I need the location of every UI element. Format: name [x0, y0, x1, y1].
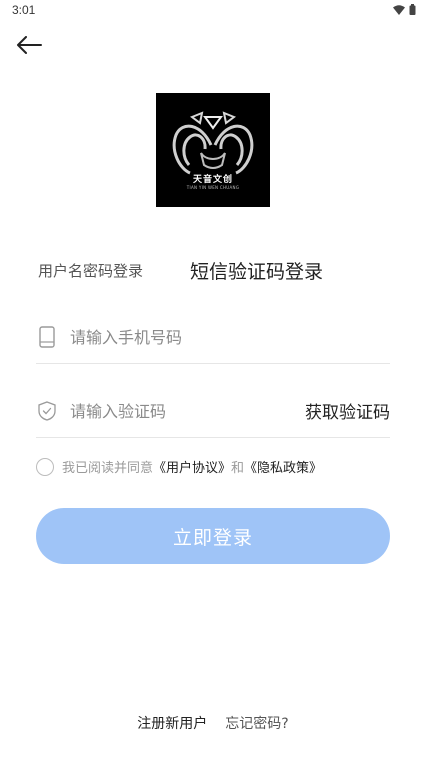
privacy-policy-link[interactable]: 《隐私政策》 — [244, 457, 322, 476]
shield-check-icon — [36, 400, 58, 422]
code-field: 获取验证码 — [36, 384, 390, 438]
tab-sms-login[interactable]: 短信验证码登录 — [190, 257, 323, 284]
login-button[interactable]: 立即登录 — [36, 508, 390, 564]
agreement-prefix: 我已阅读并同意 — [62, 461, 154, 476]
phone-input[interactable] — [70, 324, 380, 350]
back-button[interactable] — [12, 32, 46, 62]
forgot-password-link[interactable]: 忘记密码? — [225, 713, 288, 733]
register-link[interactable]: 注册新用户 — [137, 713, 207, 733]
app-logo: 天音文创 TIAN YIN WEN CHUANG — [156, 93, 270, 207]
user-agreement-link[interactable]: 《用户协议》 — [153, 457, 231, 476]
agreement-checkbox[interactable] — [36, 457, 54, 476]
code-input[interactable] — [70, 398, 270, 424]
logo-title: 天音文创 — [192, 175, 233, 185]
footer-links: 注册新用户 忘记密码? — [0, 713, 426, 733]
get-code-button[interactable]: 获取验证码 — [305, 398, 390, 423]
tab-password-login[interactable]: 用户名密码登录 — [38, 260, 143, 281]
phone-field — [36, 310, 390, 364]
agreement-row: 我已阅读并同意 《用户协议》 和 《隐私政策》 — [36, 457, 322, 476]
logo-subtitle: TIAN YIN WEN CHUANG — [186, 185, 240, 190]
battery-icon — [409, 4, 416, 15]
status-time: 3:01 — [12, 3, 36, 17]
wifi-icon — [393, 4, 405, 15]
status-bar: 3:01 — [0, 0, 426, 22]
agreement-and: 和 — [231, 461, 245, 476]
phone-icon — [36, 326, 58, 348]
arrow-left-icon — [16, 36, 42, 58]
status-icons — [393, 4, 416, 15]
